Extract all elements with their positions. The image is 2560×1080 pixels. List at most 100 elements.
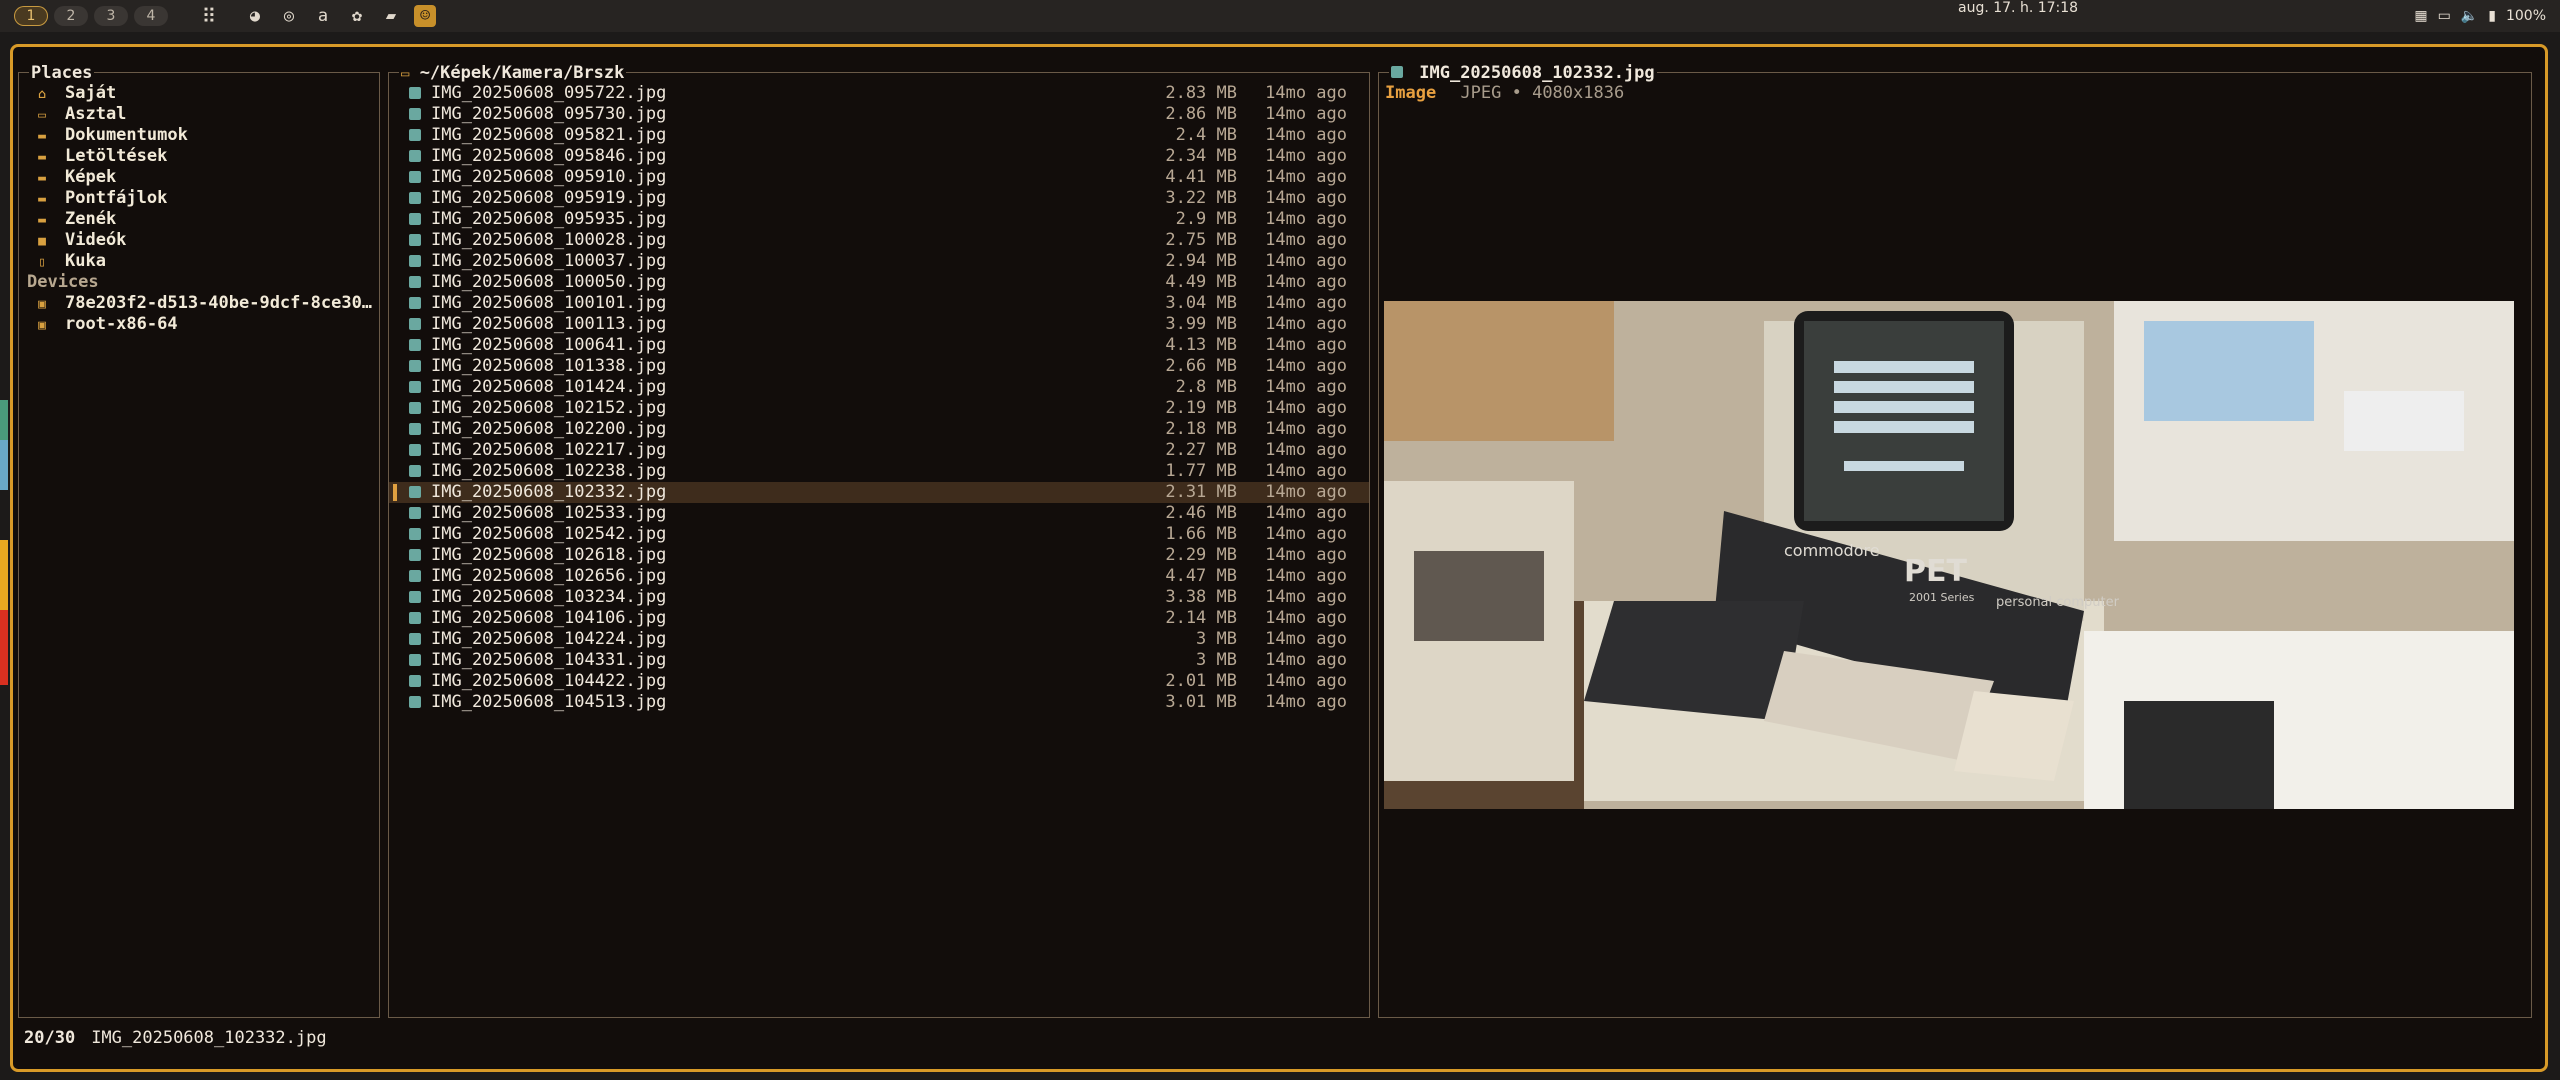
file-row[interactable]: IMG_20250608_104513.jpg 3.01 MB 14mo ago [389,692,1369,713]
file-row[interactable]: IMG_20250608_104224.jpg 3 MB 14mo ago [389,629,1369,650]
file-name: IMG_20250608_095919.jpg [431,188,667,208]
place-item[interactable]: ▬ Pontfájlok [19,188,379,209]
file-row[interactable]: IMG_20250608_101424.jpg 2.8 MB 14mo ago [389,377,1369,398]
drive-icon: ▣ [38,318,46,333]
gnome-icon[interactable]: ✿ [346,5,368,27]
file-row[interactable]: IMG_20250608_095910.jpg 4.41 MB 14mo ago [389,167,1369,188]
folder-icon: ▬ [38,150,46,165]
image-file-icon [409,318,421,330]
file-row[interactable]: IMG_20250608_104106.jpg 2.14 MB 14mo ago [389,608,1369,629]
preview-info: JPEG • 4080x1836 [1460,83,1625,103]
file-row[interactable]: IMG_20250608_102618.jpg 2.29 MB 14mo ago [389,545,1369,566]
file-age: 14mo ago [1265,545,1347,565]
workspace-button-2[interactable]: 2 [54,6,88,26]
chrome-icon[interactable]: ◎ [278,5,300,27]
place-item[interactable]: ⌂ Saját [19,83,379,104]
file-age: 14mo ago [1265,671,1347,691]
file-row[interactable]: IMG_20250608_095722.jpg 2.83 MB 14mo ago [389,83,1369,104]
grid-icon[interactable]: ⠿ [198,4,220,28]
cat-icon[interactable]: ☺ [414,5,436,27]
place-item[interactable]: ▬ Zenék [19,209,379,230]
place-item[interactable]: ▬ Képek [19,167,379,188]
file-row[interactable]: IMG_20250608_102332.jpg 2.31 MB 14mo ago [389,482,1369,503]
image-file-icon [409,633,421,645]
workspace-button-1[interactable]: 1 [14,6,48,26]
file-row[interactable]: IMG_20250608_095730.jpg 2.86 MB 14mo ago [389,104,1369,125]
file-size: 2.8 MB [1175,377,1237,397]
file-row[interactable]: IMG_20250608_102152.jpg 2.19 MB 14mo ago [389,398,1369,419]
file-row[interactable]: IMG_20250608_100113.jpg 3.99 MB 14mo ago [389,314,1369,335]
file-row[interactable]: IMG_20250608_103234.jpg 3.38 MB 14mo ago [389,587,1369,608]
workspace-button-3[interactable]: 3 [94,6,128,26]
place-item[interactable]: ▬ Letöltések [19,146,379,167]
image-file-icon [409,486,421,498]
place-label: Letöltések [65,146,168,166]
file-size: 2.9 MB [1175,209,1237,229]
file-row[interactable]: IMG_20250608_102200.jpg 2.18 MB 14mo ago [389,419,1369,440]
home-icon: ⌂ [38,87,46,102]
image-file-icon [409,696,421,708]
place-item[interactable]: ▬ Dokumentumok [19,125,379,146]
file-age: 14mo ago [1265,461,1347,481]
image-file-icon [409,381,421,393]
file-row[interactable]: IMG_20250608_100641.jpg 4.13 MB 14mo ago [389,335,1369,356]
preview-pane: IMG_20250608_102332.jpg Image JPEG • 408… [1378,63,2532,1018]
battery-icon[interactable]: ▮ [2488,8,2496,24]
file-age: 14mo ago [1265,125,1347,145]
file-name: IMG_20250608_095730.jpg [431,104,667,124]
workspace-button-4[interactable]: 4 [134,6,168,26]
image-file-icon [409,654,421,666]
top-bar: 1234 ⠿ ◕ ◎ a ✿ ▰ ☺ aug. 17. h. 17:18 ▦ ▭ 🔈 ▮ 1… [0,0,2560,32]
file-row[interactable]: IMG_20250608_104331.jpg 3 MB 14mo ago [389,650,1369,671]
image-file-icon [409,129,421,141]
files-icon[interactable]: ▰ [380,5,402,27]
file-size: 3.38 MB [1165,587,1237,607]
volume-icon[interactable]: 🔈 [2461,8,2478,24]
file-age: 14mo ago [1265,356,1347,376]
clock[interactable]: aug. 17. h. 17:18 [1958,0,2078,32]
path-breadcrumb: ▭ ~/Képek/Kamera/Brszk [399,63,627,83]
file-row[interactable]: IMG_20250608_104422.jpg 2.01 MB 14mo ago [389,671,1369,692]
file-age: 14mo ago [1265,146,1347,166]
file-row[interactable]: IMG_20250608_102542.jpg 1.66 MB 14mo ago [389,524,1369,545]
file-name: IMG_20250608_095910.jpg [431,167,667,187]
file-size: 2.46 MB [1165,503,1237,523]
layout-icon[interactable]: ▦ [2414,8,2427,24]
file-row[interactable]: IMG_20250608_095919.jpg 3.22 MB 14mo ago [389,188,1369,209]
place-item[interactable]: ■ Videók [19,230,379,251]
firefox-icon[interactable]: ◕ [244,5,266,27]
file-row[interactable]: IMG_20250608_102533.jpg 2.46 MB 14mo ago [389,503,1369,524]
device-item[interactable]: ▣ 78e203f2-d513-40be-9dcf-8ce30… [19,293,379,314]
file-row[interactable]: IMG_20250608_100101.jpg 3.04 MB 14mo ago [389,293,1369,314]
file-row[interactable]: IMG_20250608_100028.jpg 2.75 MB 14mo ago [389,230,1369,251]
file-row[interactable]: IMG_20250608_100037.jpg 2.94 MB 14mo ago [389,251,1369,272]
file-row[interactable]: IMG_20250608_100050.jpg 4.49 MB 14mo ago [389,272,1369,293]
file-row[interactable]: IMG_20250608_095821.jpg 2.4 MB 14mo ago [389,125,1369,146]
places-title: Places [29,63,95,83]
place-label: Pontfájlok [65,188,168,208]
image-file-icon [409,339,421,351]
amazon-icon[interactable]: a [312,5,334,27]
place-item[interactable]: ▯ Kuka [19,251,379,272]
file-list-pane: ▭ ~/Képek/Kamera/Brszk IMG_20250608_0957… [388,63,1370,1018]
folder-icon: ▬ [38,129,46,144]
window-icon[interactable]: ▭ [2438,8,2451,24]
file-name: IMG_20250608_102152.jpg [431,398,667,418]
file-age: 14mo ago [1265,377,1347,397]
file-row[interactable]: IMG_20250608_102656.jpg 4.47 MB 14mo ago [389,566,1369,587]
file-name: IMG_20250608_102656.jpg [431,566,667,586]
photo-model: PET [1904,554,1967,589]
file-name: IMG_20250608_102217.jpg [431,440,667,460]
file-row[interactable]: IMG_20250608_101338.jpg 2.66 MB 14mo ago [389,356,1369,377]
photo-brand: commodore [1784,541,1880,560]
file-row[interactable]: IMG_20250608_102238.jpg 1.77 MB 14mo ago [389,461,1369,482]
app-launcher: ⠿ ◕ ◎ a ✿ ▰ ☺ [168,4,436,28]
file-name: IMG_20250608_104106.jpg [431,608,667,628]
place-item[interactable]: ▭ Asztal [19,104,379,125]
file-row[interactable]: IMG_20250608_102217.jpg 2.27 MB 14mo ago [389,440,1369,461]
file-row[interactable]: IMG_20250608_095846.jpg 2.34 MB 14mo ago [389,146,1369,167]
file-size: 1.77 MB [1165,461,1237,481]
file-row[interactable]: IMG_20250608_095935.jpg 2.9 MB 14mo ago [389,209,1369,230]
folder-icon: ▭ [401,66,410,82]
device-item[interactable]: ▣ root-x86-64 [19,314,379,335]
